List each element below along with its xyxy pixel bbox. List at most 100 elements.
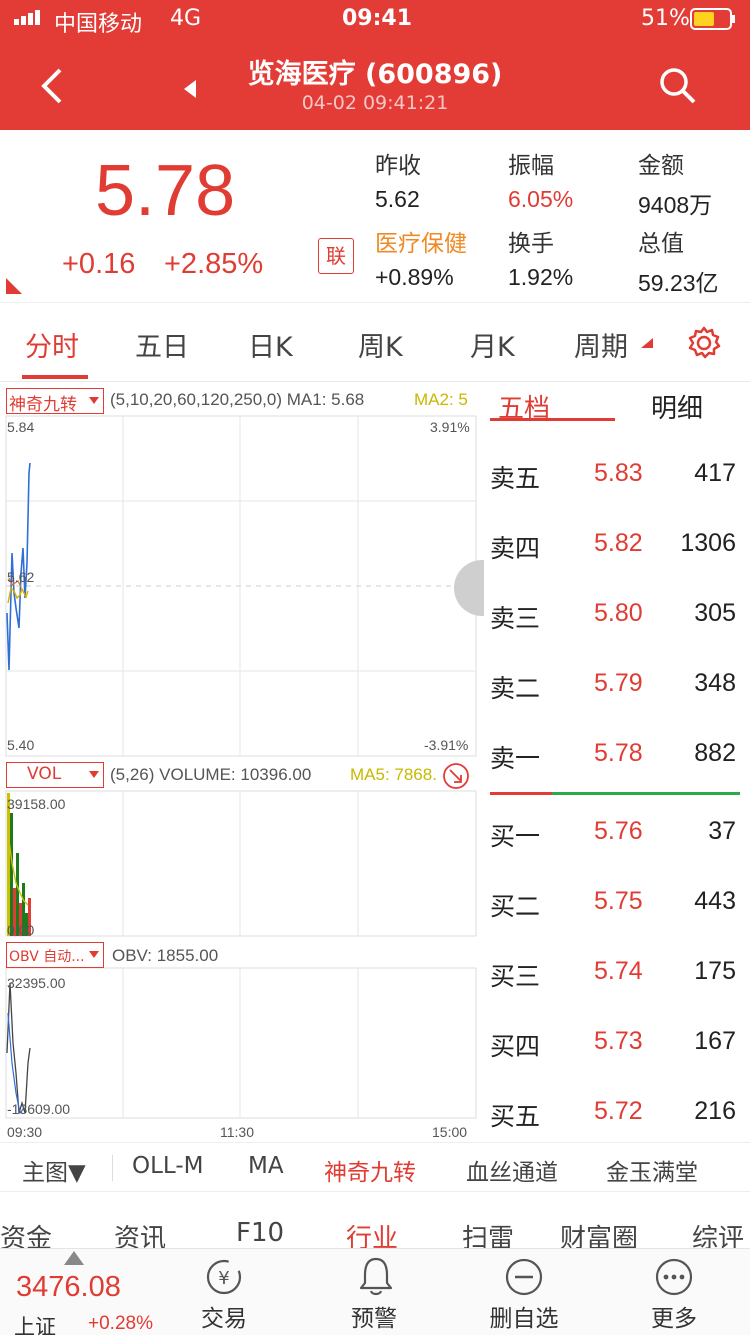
level-name: 买一 [490,822,541,851]
link-badge[interactable]: 联 [318,238,354,274]
info-tab-risk[interactable]: 扫雷 [462,1218,514,1248]
volume-detail-icon[interactable] [442,762,470,790]
level-volume: 443 [694,887,736,915]
last-price: 5.78 [95,151,236,231]
volume-indicator-select[interactable]: VOL [6,762,104,788]
indicator-oll-m[interactable]: OLL-M [132,1153,203,1179]
signal-icon [14,6,48,31]
level-price: 5.79 [594,669,643,697]
bid-row[interactable]: 买二 5.75 443 [490,887,742,927]
time-axis-end: 15:00 [432,1124,468,1140]
volume-axis-top: 39158.00 [7,796,66,812]
carrier-name: 中国移动 [54,12,143,37]
stat-label-market-cap: 总值 [638,231,684,257]
nav-remove-watch-label[interactable]: 删自选 [464,1299,584,1333]
ask-row[interactable]: 卖三 5.80 305 [490,599,742,639]
info-tab-review[interactable]: 综评 [692,1218,744,1248]
tab-monthly-k[interactable]: 月K [470,325,515,364]
dropdown-arrow-icon [89,951,99,958]
indicator-jinyu[interactable]: 金玉满堂 [606,1153,698,1187]
indicator-xuesi[interactable]: 血丝通道 [466,1153,558,1187]
bid-row[interactable]: 买五 5.72 216 [490,1097,742,1137]
stat-label-amount: 金额 [638,153,684,179]
main-indicator-select[interactable]: 神奇九转 [6,388,104,415]
ask-row[interactable]: 卖一 5.78 882 [490,739,742,779]
pct-axis-top: 3.91% [430,419,470,435]
battery-percent: 51% [641,6,690,31]
tab-period[interactable]: 周期 [574,325,628,364]
stat-label-sector[interactable]: 医疗保健 [375,224,467,258]
y-axis-top: 5.84 [7,419,35,435]
indicator-shenqi[interactable]: 神奇九转 [324,1153,416,1187]
stat-value-amplitude: 6.05% [508,186,574,212]
bid-row[interactable]: 买三 5.74 175 [490,957,742,997]
tab-details[interactable]: 明细 [651,388,703,425]
ask-row[interactable]: 卖五 5.83 417 [490,459,742,499]
bid-ask-split-red [490,792,552,795]
search-icon[interactable] [658,66,698,110]
nav-alert-label[interactable]: 预警 [314,1299,434,1333]
orderbook-active-indicator [490,418,615,421]
bid-row[interactable]: 买一 5.76 37 [490,817,742,857]
stat-value-prev-close: 5.62 [375,186,420,212]
obv-axis-top: 32395.00 [7,975,66,991]
level-name: 卖二 [490,674,541,703]
stat-label-amplitude: 振幅 [508,153,554,179]
info-tab-f10[interactable]: F10 [236,1218,284,1248]
settings-gear-icon[interactable] [686,325,722,361]
tab-intraday[interactable]: 分时 [25,325,79,364]
bid-row[interactable]: 买四 5.73 167 [490,1027,742,1067]
time-axis-start: 09:30 [7,1124,43,1140]
index-value: 3476.08 [16,1271,121,1303]
dropdown-arrow-icon [89,771,99,778]
corner-triangle-icon [6,278,22,294]
main-indicator-values: (5,10,20,60,120,250,0) MA1: 5.68 [110,390,365,409]
main-chart-toggle[interactable]: 主图▼ [22,1153,86,1187]
info-tab-news[interactable]: 资讯 [114,1218,166,1248]
level-volume: 1306 [680,529,736,557]
level-name: 买三 [490,962,541,991]
indicator-ma[interactable]: MA [248,1153,284,1179]
bell-icon[interactable] [356,1255,396,1297]
more-dots-icon[interactable] [654,1257,694,1297]
level-volume: 417 [694,459,736,487]
level-volume: 305 [694,599,736,627]
divider [112,1155,113,1181]
level-price: 5.82 [594,529,643,557]
tab-weekly-k[interactable]: 周K [358,325,403,364]
svg-text:¥: ¥ [218,1268,229,1289]
tab-daily-k[interactable]: 日K [248,325,293,364]
volume-axis-bottom: 0.00 [7,922,35,938]
y-axis-bottom: 5.40 [7,737,35,753]
info-tabs: 资金 资讯 F10 行业 扫雷 财富圈 综评 [0,1198,750,1248]
tab-five-day[interactable]: 五日 [135,325,189,364]
trade-yen-icon[interactable]: ¥ [204,1257,244,1297]
level-name: 卖一 [490,744,541,773]
level-price: 5.72 [594,1097,643,1125]
info-tab-funds[interactable]: 资金 [0,1218,52,1248]
network-type: 4G [170,6,202,31]
level-name: 买四 [490,1032,541,1061]
level-price: 5.74 [594,957,643,985]
ask-row[interactable]: 卖四 5.82 1306 [490,529,742,569]
obv-indicator-select[interactable]: OBV 自动... [6,942,104,968]
dropdown-arrow-icon [89,397,99,404]
price-line [6,462,31,671]
stat-value-turnover: 1.92% [508,264,574,290]
stat-value-amount: 9408万 [638,192,713,218]
y-axis-mid: 5.62 [7,569,35,585]
ask-row[interactable]: 卖二 5.79 348 [490,669,742,709]
level-name: 买二 [490,892,541,921]
stat-value-sector: +0.89% [375,264,454,290]
nav-trade-label[interactable]: 交易 [164,1299,284,1333]
expand-up-icon[interactable] [64,1251,84,1265]
level-volume: 167 [694,1027,736,1055]
info-tab-community[interactable]: 财富圈 [560,1218,638,1248]
nav-more-label[interactable]: 更多 [614,1299,734,1333]
info-tab-industry[interactable]: 行业 [346,1218,398,1248]
stock-title: 览海医疗 (600896) [247,59,503,90]
obv-indicator-values: OBV: 1855.00 [112,946,219,965]
minus-circle-icon[interactable] [504,1257,544,1297]
level-volume: 882 [694,739,736,767]
quote-timestamp: 04-02 09:41:21 [301,92,449,114]
